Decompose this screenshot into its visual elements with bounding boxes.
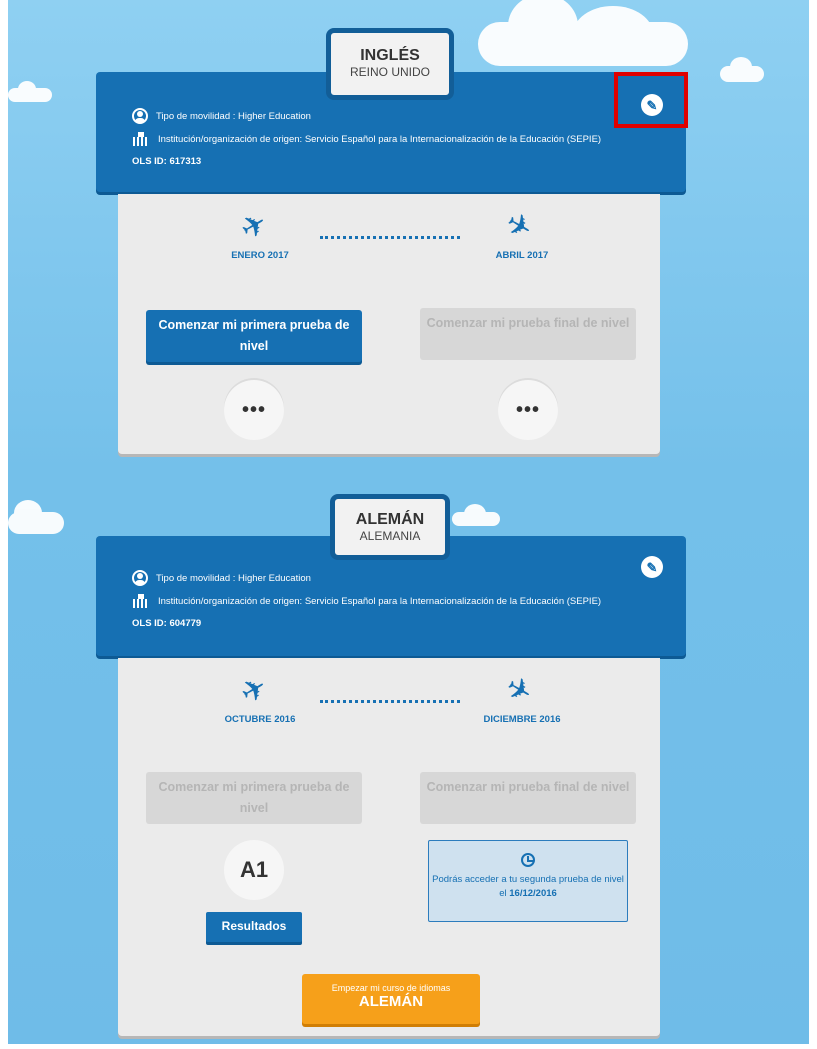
more-options-button[interactable]: •••	[498, 380, 558, 440]
start-course-button[interactable]: Empezar mi curso de idiomas ALEMÁN	[302, 974, 480, 1024]
course-language-label: ALEMÁN	[358, 993, 424, 1010]
plane-icon: ✈	[235, 669, 274, 712]
timeline-dots	[320, 700, 460, 703]
start-date: OCTUBRE 2016	[224, 714, 296, 725]
second-test-notice: Podrás acceder a tu segunda prueba de ni…	[428, 840, 628, 922]
final-test-button[interactable]: Comenzar mi prueba final de nivel	[420, 772, 636, 824]
mobility-type-text: Tipo de movilidad : Higher Education	[156, 110, 311, 122]
building-icon	[132, 594, 150, 608]
edit-button[interactable]: ✎	[641, 556, 663, 578]
first-test-button[interactable]: Comenzar mi primera prueba de nivel	[146, 772, 362, 824]
institution-row: Institución/organización de origen: Serv…	[132, 594, 601, 608]
person-icon	[132, 570, 148, 586]
cloud-decoration	[452, 504, 500, 526]
edit-icon: ✎	[646, 559, 658, 575]
card-body: ✈ ✈ ENERO 2017 ABRIL 2017 Comenzar mi pr…	[118, 194, 660, 454]
building-icon	[132, 132, 150, 146]
level-badge: A1	[224, 840, 284, 900]
final-test-button[interactable]: Comenzar mi prueba final de nivel	[420, 308, 636, 360]
cloud-decoration	[8, 81, 52, 102]
timeline-dots	[320, 236, 460, 239]
notice-date: 16/12/2016	[509, 888, 557, 899]
ols-id: OLS ID: 604779	[132, 618, 202, 629]
person-icon	[132, 108, 148, 124]
edit-highlight-box	[614, 72, 688, 128]
end-date: DICIEMBRE 2016	[483, 714, 561, 725]
cloud-decoration	[8, 500, 64, 534]
language-badge: INGLÉS REINO UNIDO	[326, 28, 454, 100]
cloud-decoration	[720, 57, 764, 82]
ols-id: OLS ID: 617313	[132, 156, 202, 167]
institution-row: Institución/organización de origen: Serv…	[132, 132, 601, 146]
start-course-label: Empezar mi curso de idiomas	[331, 983, 451, 993]
start-date: ENERO 2017	[231, 250, 289, 261]
language-name: ALEMÁN	[355, 511, 425, 528]
cloud-decoration	[478, 0, 688, 66]
mobility-type-text: Tipo de movilidad : Higher Education	[156, 572, 311, 584]
end-date: ABRIL 2017	[495, 250, 549, 261]
language-name: INGLÉS	[360, 47, 420, 64]
language-country: REINO UNIDO	[349, 65, 430, 79]
first-test-button[interactable]: Comenzar mi primera prueba de nivel	[146, 310, 362, 362]
card-body: ✈ ✈ OCTUBRE 2016 DICIEMBRE 2016 Comenzar…	[118, 658, 660, 1036]
more-options-button[interactable]: •••	[224, 380, 284, 440]
language-country: ALEMANIA	[359, 529, 421, 543]
institution-text: Institución/organización de origen: Serv…	[158, 133, 602, 145]
plane-icon: ✈	[235, 205, 274, 248]
mobility-type-row: Tipo de movilidad : Higher Education	[132, 108, 311, 124]
mobility-type-row: Tipo de movilidad : Higher Education	[132, 570, 311, 586]
plane-icon: ✈	[499, 205, 538, 248]
plane-icon: ✈	[499, 669, 538, 712]
clock-icon	[521, 853, 535, 867]
language-badge: ALEMÁN ALEMANIA	[330, 494, 450, 560]
institution-text: Institución/organización de origen: Serv…	[158, 595, 602, 607]
results-button[interactable]: Resultados	[206, 912, 302, 942]
